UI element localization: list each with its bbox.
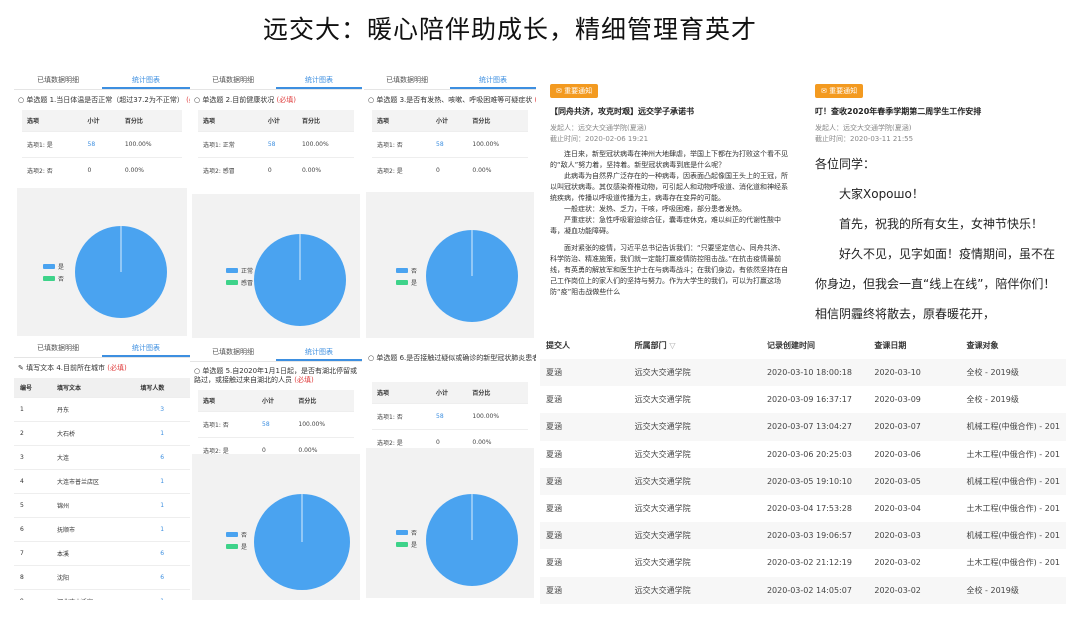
- stats-table: 选项 小计 百分比 选项1: 正常 58 100.00% 选项2: 感冒 0 0.00%: [198, 110, 354, 183]
- radio-icon: ○: [194, 96, 201, 104]
- notice-body: 连日来，新型冠状病毒在神州大地肆虐，举国上下都在为打败这个看不见的“敌人”努力着…: [550, 150, 788, 296]
- column-header: 查课日期: [868, 332, 961, 359]
- table-row: 4 大连市普兰店区 1: [14, 469, 190, 494]
- table-row: 选项1: 是 58 100.00%: [22, 131, 182, 158]
- city-panel: 已填数据明细 统计图表 ✎ 填写文本 4.目前所在城市 (必填) 编号 填写文本 填写…: [14, 338, 190, 600]
- survey-panel-5: 已填数据明细 统计图表 ○ 单选题 5.自2020年1月1日起，是否有湖北停留或路…: [190, 342, 362, 600]
- tab-data-detail[interactable]: 已填数据明细: [190, 342, 276, 361]
- filter-icon[interactable]: ▽: [669, 341, 675, 350]
- city-table: 编号 填写文本 填写人数 1 丹东 3 2 大石桥 1 3 大连 6 4 大连市普兰店区 1 5 锦州…: [14, 378, 190, 600]
- table-row: 1 丹东 3: [14, 397, 190, 422]
- survey-panel-1: 已填数据明细 统计图表 ○ 单选题 1.当日体温是否正常（超过37.2为不正常） …: [14, 70, 190, 338]
- table-row: 9河北唐山迁安1: [14, 589, 190, 600]
- notice-badge: ✉ 重要通知: [815, 84, 864, 98]
- question-text: ○ 单选题 6.是否接触过疑似或确诊的新型冠状肺炎患者 (必填): [368, 354, 536, 362]
- table-row[interactable]: 夏涵 远交大交通学院 2020-03-04 17:53:28 2020-03-04 土木…: [540, 495, 1066, 522]
- radio-icon: ○: [18, 96, 25, 104]
- table-row: 选项2: 感冒 0 0.00%: [198, 157, 354, 183]
- question-text: ○ 单选题 5.自2020年1月1日起，是否有湖北停留或路过，或接触过来自湖北的…: [194, 367, 357, 384]
- table-row[interactable]: 夏涵 远交大交通学院 2020-03-02 14:05:07 2020-03-02 全校…: [540, 576, 1066, 604]
- tab-data-detail[interactable]: 已填数据明细: [14, 70, 102, 89]
- pie-chart-box: 否 是: [366, 448, 534, 598]
- table-row[interactable]: 夏涵 远交大交通学院 2020-03-03 19:06:57 2020-03-03 机械…: [540, 522, 1066, 550]
- table-row: 选项1: 否 58 100.00%: [372, 403, 528, 430]
- question-text: ✎ 填写文本 4.目前所在城市 (必填): [18, 364, 127, 372]
- question-text: ○ 单选题 2.目前健康状况 (必填): [194, 96, 296, 104]
- radio-icon: ○: [368, 354, 375, 362]
- notice-title: 叮！查收2020年春季学期第二周学生工作安排: [815, 107, 982, 116]
- table-row: 选项1: 正常 58 100.00%: [198, 131, 354, 158]
- table-row: 8 沈阳 6: [14, 565, 190, 590]
- pencil-icon: ✎: [18, 364, 24, 372]
- tab-data-detail[interactable]: 已填数据明细: [364, 70, 450, 89]
- question-text: ○ 单选题 3.是否有发热、咳嗽、呼吸困难等可疑症状 (必填): [368, 96, 536, 104]
- stats-table: 选项 小计 百分比 选项1: 是 58 100.00% 选项2: 否 0 0.00%: [22, 110, 182, 183]
- table-row: 选项1: 否 58 100.00%: [372, 131, 528, 158]
- tab-data-detail[interactable]: 已填数据明细: [190, 70, 276, 89]
- table-row[interactable]: 夏涵 远交大交通学院 2020-03-07 13:04:27 2020-03-07 机械…: [540, 413, 1066, 441]
- stats-table: 选项 小计 百分比 选项1: 否 58 100.00% 选项2: 是 0 0.00%: [372, 110, 528, 183]
- table-row: 选项2: 否 0 0.00%: [22, 157, 182, 183]
- pie-chart: [254, 234, 346, 326]
- table-row: 5 锦州 1: [14, 493, 190, 518]
- pie-chart: [75, 226, 167, 318]
- pie-chart-box: 否 是: [366, 192, 534, 338]
- tab-statistics[interactable]: 统计图表: [102, 70, 190, 89]
- notice-deadline: 截止时间：2020-02-06 19:21: [550, 135, 649, 143]
- mail-icon: ✉: [556, 87, 562, 95]
- notice-badge: ✉ 重要通知: [550, 84, 599, 98]
- stats-table: 选项 小计 百分比 选项1: 否 58 100.00% 选项2: 是 0 0.00%: [198, 390, 354, 463]
- class-check-records-table: 提交人 所属部门 ▽ 记录创建时间 查课日期 查课对象 夏涵 远交大交通学院 202…: [540, 332, 1066, 604]
- tab-statistics[interactable]: 统计图表: [276, 70, 362, 89]
- tab-data-detail[interactable]: 已填数据明细: [14, 338, 102, 357]
- table-row: 6 抚顺市 1: [14, 517, 190, 542]
- table-row: 选项2: 是 0 0.00%: [372, 157, 528, 183]
- mail-icon: ✉: [821, 87, 827, 95]
- survey-panel-3: 已填数据明细统计图表 ○ 单选题 3.是否有发热、咳嗽、呼吸困难等可疑症状 (必…: [364, 70, 536, 338]
- notice-weekly-schedule: ✉ 重要通知 叮！查收2020年春季学期第二周学生工作安排 发起人：远交大交通学…: [815, 78, 1065, 332]
- table-row: 7 本溪 6: [14, 541, 190, 566]
- pie-chart: [426, 230, 518, 322]
- table-row: 2 大石桥 1: [14, 421, 190, 446]
- table-row: 3 大连 6: [14, 445, 190, 470]
- tab-statistics[interactable]: 统计图表: [102, 338, 190, 357]
- column-header: 记录创建时间: [760, 332, 869, 359]
- notice-body: 各位同学： 大家Хорошо！ 首先，祝我的所有女生，女神节快乐！ 好久不见，见…: [815, 157, 1056, 321]
- pie-chart-box: 是 否: [17, 188, 187, 336]
- tab-statistics[interactable]: 统计图表: [450, 70, 536, 89]
- column-header: 提交人: [540, 332, 629, 359]
- column-header[interactable]: 所属部门 ▽: [628, 332, 761, 359]
- notice-sender: 发起人：远交大交通学院(夏涵): [815, 124, 912, 132]
- survey-panel-6: ○ 单选题 6.是否接触过疑似或确诊的新型冠状肺炎患者 (必填) 选项小计百分比…: [364, 348, 536, 600]
- radio-icon: ○: [368, 96, 375, 104]
- radio-icon: ○: [194, 367, 201, 375]
- stats-table: 选项 小计 百分比 选项1: 否 58 100.00% 选项2: 是 0 0.00%: [372, 382, 528, 455]
- question-text: ○ 单选题 1.当日体温是否正常（超过37.2为不正常） (必填): [18, 96, 190, 104]
- notice-deadline: 截止时间：2020-03-11 21:55: [815, 135, 914, 143]
- table-row[interactable]: 夏涵 远交大交通学院 2020-03-09 16:37:17 2020-03-09 全校…: [540, 386, 1066, 413]
- page-title: 远交大：暖心陪伴助成长，精细管理育英才: [262, 15, 757, 44]
- notice-title: 【同舟共济，攻克时艰】远交学子承诺书: [550, 107, 694, 116]
- table-row[interactable]: 夏涵 远交大交通学院 2020-03-10 18:00:18 2020-03-10 全校…: [540, 359, 1066, 387]
- column-header: 查课对象: [960, 332, 1066, 359]
- pie-chart-box: 正常 感冒: [192, 194, 360, 338]
- table-row[interactable]: 夏涵 远交大交通学院 2020-03-02 21:12:19 2020-03-02 土木…: [540, 549, 1066, 576]
- tab-statistics[interactable]: 统计图表: [276, 342, 362, 361]
- table-row: 选项1: 否 58 100.00%: [198, 411, 354, 438]
- pie-chart: [426, 494, 518, 586]
- notice-pledge: ✉ 重要通知 【同舟共济，攻克时艰】远交学子承诺书 发起人：远交大交通学院(夏涵…: [550, 78, 790, 330]
- pie-chart: [254, 494, 350, 590]
- pie-chart-box: 否 是: [192, 454, 360, 600]
- table-row[interactable]: 夏涵 远交大交通学院 2020-03-06 20:25:03 2020-03-06 土木…: [540, 441, 1066, 468]
- survey-panel-2: 已填数据明细 统计图表 ○ 单选题 2.目前健康状况 (必填) 选项 小计 百分比 选…: [190, 70, 362, 338]
- table-row[interactable]: 夏涵 远交大交通学院 2020-03-05 19:10:10 2020-03-05 机械…: [540, 467, 1066, 495]
- notice-sender: 发起人：远交大交通学院(夏涵): [550, 124, 647, 132]
